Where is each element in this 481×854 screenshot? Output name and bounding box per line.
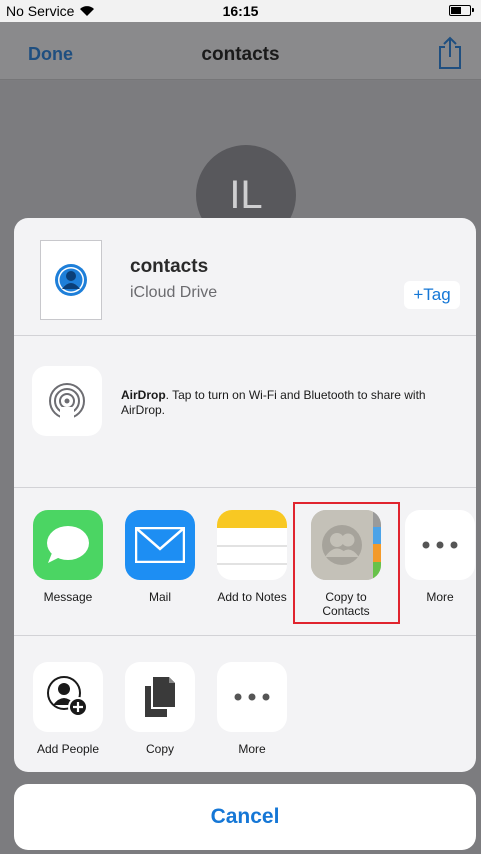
status-time: 16:15: [222, 3, 259, 19]
airdrop-icon[interactable]: [32, 366, 102, 436]
add-people-icon[interactable]: [33, 662, 103, 732]
share-sheet: contacts iCloud Drive +Tag AirDrop. Tap …: [14, 218, 476, 772]
message-icon[interactable]: [33, 510, 103, 580]
airdrop-rings-icon: [49, 383, 85, 421]
battery-fill: [451, 7, 461, 14]
page-title: contacts: [201, 44, 280, 65]
notes-icon[interactable]: [217, 510, 287, 580]
more-actions-tile[interactable]: More: [209, 662, 295, 756]
more-apps-tile[interactable]: More: [397, 510, 476, 604]
more-actions-label: More: [238, 742, 266, 756]
more-icon[interactable]: [405, 510, 475, 580]
more-actions-icon[interactable]: [217, 662, 287, 732]
add-people-label: Add People: [36, 742, 100, 756]
notes-app-label: Add to Notes: [217, 590, 287, 604]
document-header: contacts iCloud Drive +Tag: [14, 218, 476, 336]
mail-icon[interactable]: [125, 510, 195, 580]
document-title: contacts: [130, 256, 209, 277]
copy-label: Copy: [145, 742, 174, 756]
notes-app-tile[interactable]: Add to Notes: [209, 510, 295, 604]
add-tag-button[interactable]: +Tag: [404, 281, 460, 309]
more-apps-label: More: [426, 590, 454, 604]
mail-app-label: Mail: [148, 590, 171, 604]
apps-row: Message Mail Add to Notes Copy to Contac…: [14, 488, 476, 636]
status-bar: No Service 16:15: [0, 0, 481, 22]
airdrop-message: AirDrop. Tap to turn on Wi-Fi and Blueto…: [121, 388, 461, 418]
copy-icon[interactable]: [125, 662, 195, 732]
airdrop-title: AirDrop: [121, 388, 166, 402]
cancel-button[interactable]: Cancel: [14, 784, 476, 850]
battery-icon: [449, 5, 474, 16]
actions-row: Add People Copy More: [14, 636, 476, 772]
airdrop-description: . Tap to turn on Wi-Fi and Bluetooth to …: [121, 388, 426, 417]
highlight-box: [293, 502, 400, 624]
airdrop-row[interactable]: AirDrop. Tap to turn on Wi-Fi and Blueto…: [14, 336, 476, 488]
document-location: iCloud Drive: [130, 284, 218, 301]
message-app-label: Message: [43, 590, 93, 604]
contact-card-icon: [55, 264, 87, 296]
mail-app-tile[interactable]: Mail: [117, 510, 203, 604]
document-thumbnail: [40, 240, 102, 320]
share-icon[interactable]: [437, 36, 463, 70]
copy-tile[interactable]: Copy: [117, 662, 203, 756]
message-app-tile[interactable]: Message: [25, 510, 111, 604]
nav-bar: Done contacts: [0, 22, 481, 80]
add-people-tile[interactable]: Add People: [25, 662, 111, 756]
